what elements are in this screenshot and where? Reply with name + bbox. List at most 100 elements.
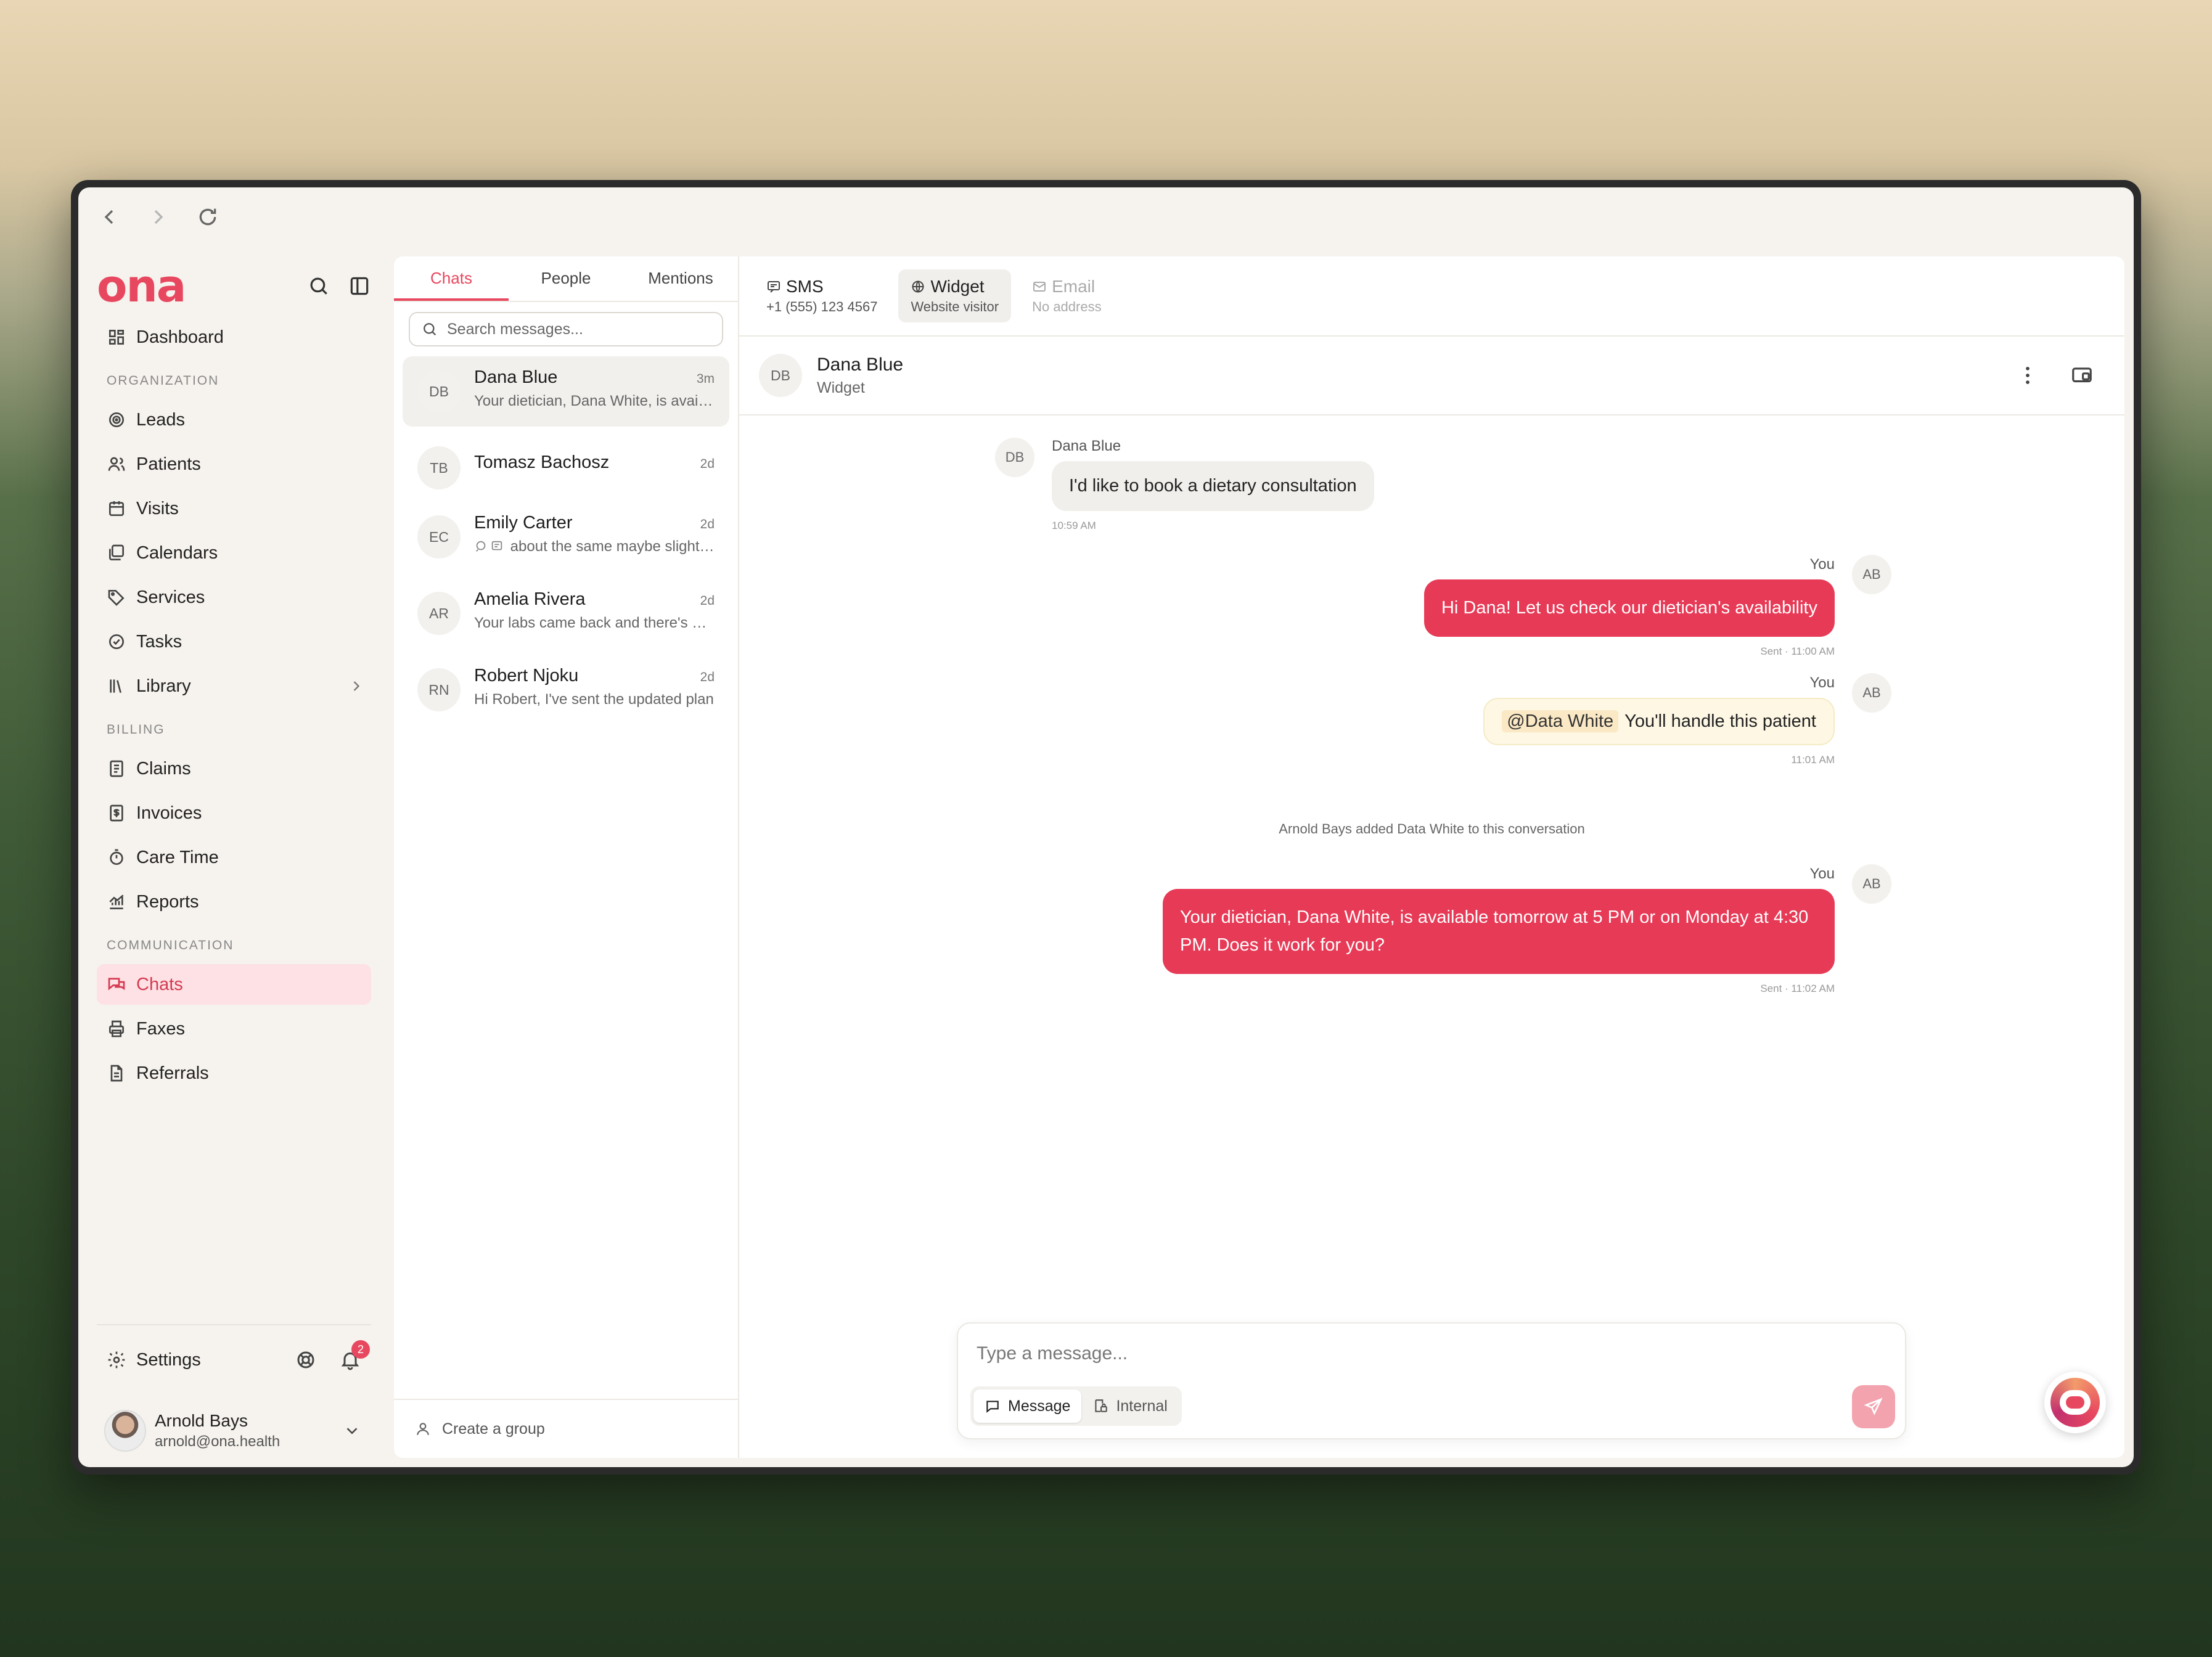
channel-sub: Website visitor bbox=[911, 299, 999, 314]
nav-item-leads[interactable]: Leads bbox=[97, 399, 371, 440]
bell-icon[interactable]: 2 bbox=[339, 1340, 370, 1371]
create-group-button[interactable]: Create a group bbox=[394, 1399, 738, 1458]
chevron-down-icon[interactable] bbox=[343, 1422, 361, 1440]
chat-preview-row: about the same maybe slightly better bbox=[474, 538, 715, 555]
channel-sms[interactable]: SMS +1 (555) 123 4567 bbox=[754, 269, 890, 322]
avatar bbox=[104, 1410, 146, 1452]
section-label-communication: COMMUNICATION bbox=[107, 938, 234, 952]
details-panel-icon[interactable] bbox=[2070, 364, 2094, 387]
logo[interactable]: ona bbox=[97, 264, 186, 308]
channel-title: SMS bbox=[786, 277, 824, 296]
reload-icon[interactable] bbox=[195, 205, 220, 229]
chat-item-tomasz-bachosz[interactable]: TB Tomasz Bachosz 2d bbox=[403, 433, 729, 496]
avatar: AB bbox=[1852, 673, 1891, 713]
back-icon[interactable] bbox=[97, 205, 121, 229]
assistant-logo-icon bbox=[2050, 1378, 2100, 1427]
sidebar-header: ona bbox=[97, 264, 371, 308]
nav-item-reports[interactable]: Reports bbox=[97, 882, 371, 922]
tab-chats[interactable]: Chats bbox=[394, 256, 509, 301]
more-vertical-icon[interactable] bbox=[2016, 364, 2039, 387]
message-bubble: Your dietician, Dana White, is available… bbox=[1163, 889, 1835, 974]
channel-title: Email bbox=[1052, 277, 1096, 296]
settings-row: Settings 2 bbox=[97, 1325, 371, 1394]
chat-item-robert-njoku[interactable]: RN Robert Njoku 2d Hi Robert, I've sent … bbox=[403, 655, 729, 725]
mention-tag[interactable]: @Data White bbox=[1502, 710, 1619, 732]
help-icon[interactable] bbox=[295, 1349, 317, 1371]
file-icon bbox=[107, 1063, 126, 1083]
dashboard-icon bbox=[107, 327, 126, 347]
send-button[interactable] bbox=[1852, 1385, 1895, 1428]
nav-item-patients[interactable]: Patients bbox=[97, 444, 371, 485]
channel-title: Widget bbox=[930, 277, 985, 296]
channel-email[interactable]: Email No address bbox=[1020, 269, 1114, 322]
create-group-label: Create a group bbox=[442, 1420, 545, 1438]
nav-item-claims[interactable]: Claims bbox=[97, 748, 371, 789]
nav-item-care-time[interactable]: Care Time bbox=[97, 837, 371, 878]
nav-item-invoices[interactable]: Invoices bbox=[97, 793, 371, 833]
search-icon[interactable] bbox=[307, 274, 330, 298]
mode-message-button[interactable]: Message bbox=[973, 1389, 1082, 1423]
chart-icon bbox=[107, 892, 126, 912]
gear-icon bbox=[107, 1350, 126, 1370]
sidebar-toggle-icon[interactable] bbox=[348, 274, 371, 298]
channel-widget[interactable]: Widget Website visitor bbox=[898, 269, 1012, 322]
settings-link[interactable]: Settings bbox=[136, 1350, 201, 1370]
mode-internal-button[interactable]: Internal bbox=[1081, 1389, 1178, 1423]
list-tabs: Chats People Mentions bbox=[394, 256, 738, 302]
chat-name: Amelia Rivera bbox=[474, 589, 586, 609]
library-icon bbox=[107, 676, 126, 696]
chat-bubble-icon bbox=[474, 539, 488, 553]
chat-name: Dana Blue bbox=[474, 367, 558, 387]
mode-toggle: Message Internal bbox=[970, 1386, 1182, 1426]
forward-icon[interactable] bbox=[146, 205, 171, 229]
search-input[interactable]: Search messages... bbox=[409, 312, 723, 346]
note-bubble: @Data White You'll handle this patient bbox=[1483, 698, 1835, 745]
message-icon bbox=[985, 1398, 1001, 1414]
chat-item-amelia-rivera[interactable]: AR Amelia Rivera 2d Your labs came back … bbox=[403, 578, 729, 648]
message-input[interactable]: Type a message... bbox=[977, 1343, 1128, 1364]
nav-label: Library bbox=[136, 676, 191, 696]
message-outgoing: AB You Your dietician, Dana White, is av… bbox=[1163, 864, 1891, 995]
lock-note-icon bbox=[1092, 1398, 1108, 1414]
nav-item-library[interactable]: Library bbox=[97, 666, 371, 706]
nav-label: Referrals bbox=[136, 1063, 209, 1083]
nav-item-faxes[interactable]: Faxes bbox=[97, 1009, 371, 1049]
browser-toolbar bbox=[78, 187, 2134, 246]
user-menu[interactable]: Arnold Bays arnold@ona.health bbox=[97, 1394, 371, 1467]
calendar-grid-icon bbox=[107, 499, 126, 518]
tab-mentions[interactable]: Mentions bbox=[623, 256, 738, 301]
check-circle-icon bbox=[107, 632, 126, 652]
avatar: AB bbox=[1852, 864, 1891, 904]
avatar: EC bbox=[417, 515, 461, 558]
users-icon bbox=[107, 454, 126, 474]
stopwatch-icon bbox=[107, 848, 126, 867]
avatar: DB bbox=[417, 370, 461, 413]
chat-item-emily-carter[interactable]: EC Emily Carter 2d about the same maybe … bbox=[403, 502, 729, 572]
target-icon bbox=[107, 410, 126, 430]
chat-name: Tomasz Bachosz bbox=[474, 452, 610, 472]
search-placeholder: Search messages... bbox=[447, 320, 583, 338]
avatar: DB bbox=[759, 354, 802, 397]
nav-item-chats[interactable]: Chats bbox=[97, 964, 371, 1005]
nav-item-services[interactable]: Services bbox=[97, 577, 371, 618]
nav-item-tasks[interactable]: Tasks bbox=[97, 621, 371, 662]
system-message: Arnold Bays added Data White to this con… bbox=[1279, 821, 1585, 837]
message-sender: You bbox=[1809, 865, 1835, 882]
section-label-billing: BILLING bbox=[107, 722, 165, 737]
message-time: 11:01 AM bbox=[1791, 754, 1835, 766]
note-icon bbox=[490, 539, 504, 553]
nav-label: Services bbox=[136, 587, 205, 607]
nav-label: Calendars bbox=[136, 542, 218, 563]
user-email: arnold@ona.health bbox=[155, 1433, 281, 1450]
chat-preview: about the same maybe slightly better bbox=[510, 538, 715, 555]
nav-item-dashboard[interactable]: Dashboard bbox=[97, 317, 371, 358]
assistant-button[interactable] bbox=[2044, 1372, 2106, 1433]
nav-item-calendars[interactable]: Calendars bbox=[97, 533, 371, 573]
nav-item-visits[interactable]: Visits bbox=[97, 488, 371, 529]
conversation-header: DB Dana Blue Widget bbox=[739, 337, 2124, 415]
chevron-right-icon bbox=[348, 677, 365, 695]
tab-people[interactable]: People bbox=[509, 256, 623, 301]
chat-item-dana-blue[interactable]: DB Dana Blue 3m Your dietician, Dana Whi… bbox=[403, 356, 729, 427]
chat-time: 2d bbox=[700, 517, 715, 531]
nav-item-referrals[interactable]: Referrals bbox=[97, 1053, 371, 1094]
